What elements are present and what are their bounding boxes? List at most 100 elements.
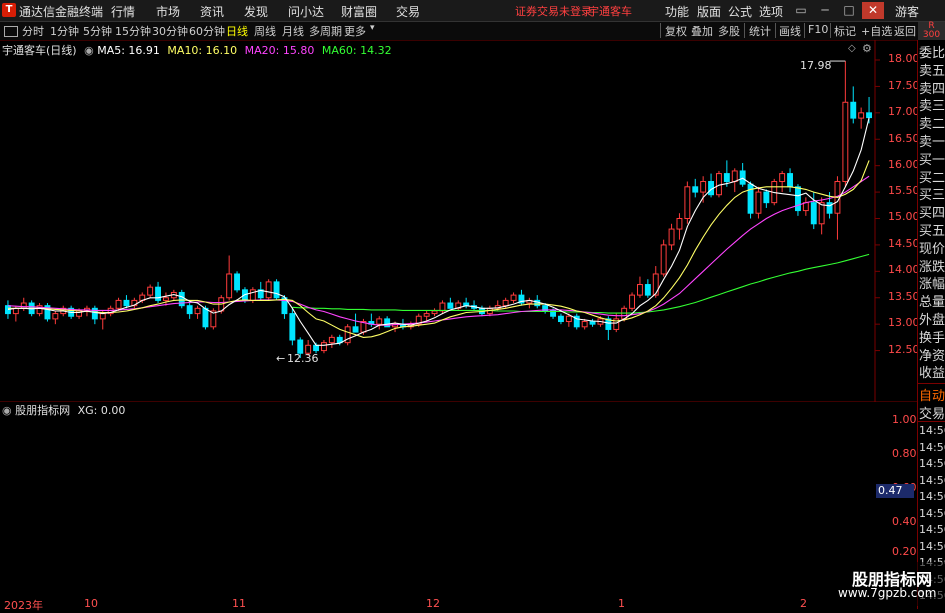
candle-body [747,183,754,214]
side-label: 买一 [919,152,945,168]
menu-formula[interactable]: 公式 [728,3,752,20]
low-arrow-icon: ← [276,352,286,365]
price-tick: 12.50 [888,343,920,356]
candle-body [313,344,319,352]
menu-market[interactable]: 市场 [156,3,180,20]
side-trade[interactable]: 交易 [919,403,945,422]
price-tick: 15.50 [888,184,920,197]
btn-mark[interactable]: 标记 [834,23,856,39]
candle-body [660,244,667,275]
btn-overlay[interactable]: 叠加 [691,23,713,39]
guest-label[interactable]: 游客 [895,3,919,20]
date-tick: 2023年 [4,599,43,612]
minimize-icon[interactable]: ─ [814,2,836,19]
menu-market-quotes[interactable]: 行情 [111,3,135,20]
price-tick: 15.00 [888,210,920,223]
sub-chart-header: ◉ 股朋指标网 XG: 0.00 [0,402,125,418]
crosshair-value-badge: 0.47 [876,484,914,498]
side-label: 涨跌 [919,259,945,275]
close-icon[interactable]: ✕ [862,2,884,19]
tab-1min[interactable]: 1分钟 [50,23,79,39]
menu-options[interactable]: 选项 [759,3,783,20]
menu-trade[interactable]: 交易 [396,3,420,20]
settings-icon[interactable]: ◉ [2,404,12,417]
side-label: 卖四 [919,81,945,97]
btn-back[interactable]: 返回 [894,23,916,39]
candlestick-chart[interactable] [0,40,945,402]
candle-body [723,173,730,183]
candle-body [502,299,509,307]
btn-statistics[interactable]: 统计 [749,23,771,39]
restore-icon[interactable]: ▭ [790,2,812,19]
candle-body [352,326,359,333]
tab-daily[interactable]: 日线 [226,23,248,39]
divider [804,23,805,38]
price-tick: 13.50 [888,290,920,303]
candle-body [763,191,770,204]
date-tick: 12 [426,597,440,610]
corner-indicator[interactable]: R 300 [918,22,945,40]
trade-time: 14:56 [919,490,945,503]
tab-multi-period[interactable]: 多周期 [309,23,342,39]
side-label: 现价 [919,241,945,257]
chevron-down-icon[interactable]: ▾ [370,23,375,33]
candle-body [652,273,659,296]
tab-15min[interactable]: 15分钟 [115,23,151,39]
divider [917,383,945,384]
btn-draw-line[interactable]: 画线 [779,23,801,39]
candle-body [447,302,454,309]
candle-body [810,202,817,225]
high-annotation: 17.98 [800,59,832,72]
tab-30min[interactable]: 30分钟 [152,23,188,39]
candle-body [558,315,564,323]
tab-60min[interactable]: 60分钟 [189,23,225,39]
btn-f10[interactable]: F10 [808,23,828,36]
ma5-line [7,117,870,346]
btn-multi-stock[interactable]: 多股 [718,23,740,39]
date-tick: 2 [800,597,807,610]
candle-body [12,307,19,315]
candle-body [376,318,383,325]
trade-time: 14:56 [919,424,945,437]
menu-layout[interactable]: 版面 [697,3,721,20]
candle-body [20,302,27,309]
divider [775,23,776,38]
sub-tick: 0.80 [892,447,917,460]
sub-tick: 1.00 [892,413,917,426]
tab-5min[interactable]: 5分钟 [83,23,112,39]
menu-discover[interactable]: 发现 [244,3,268,20]
candle-body [802,202,809,212]
side-auto[interactable]: 自动 [919,385,945,404]
corner-300: 300 [922,30,941,40]
candle-body [178,291,185,307]
maximize-icon[interactable]: □ [838,2,860,19]
menu-wealth-circle[interactable]: 财富圈 [341,3,377,20]
menu-function[interactable]: 功能 [665,3,689,20]
sub-tick: 0.40 [892,515,917,528]
candle-body [289,313,296,341]
tab-more[interactable]: 更多 [344,23,366,39]
candle-body [265,281,272,299]
indicator-name[interactable]: 股朋指标网 [15,404,70,417]
tab-monthly[interactable]: 月线 [282,23,304,39]
side-label: 买四 [919,206,945,222]
btn-adjust[interactable]: 复权 [665,23,687,39]
tab-weekly[interactable]: 周线 [254,23,276,39]
candle-body [739,170,746,185]
menu-ask[interactable]: 问小达 [288,3,324,20]
date-tick: 11 [232,597,246,610]
tab-intraday[interactable]: 分时 [22,23,44,39]
side-label: 总量 [919,295,945,311]
login-warning[interactable]: 证券交易未登录 [515,3,592,19]
btn-add-watchlist[interactable]: +自选 [861,23,892,39]
divider [917,421,945,422]
trade-time: 14:56 [919,457,945,470]
candle-body [795,186,801,212]
candle-body [779,173,786,183]
side-label: 买二 [919,170,945,186]
candle-body [186,305,193,315]
candle-body [510,294,517,301]
menu-news[interactable]: 资讯 [200,3,224,20]
side-label: 卖五 [919,63,945,79]
menu-toggle-icon[interactable] [4,26,18,37]
